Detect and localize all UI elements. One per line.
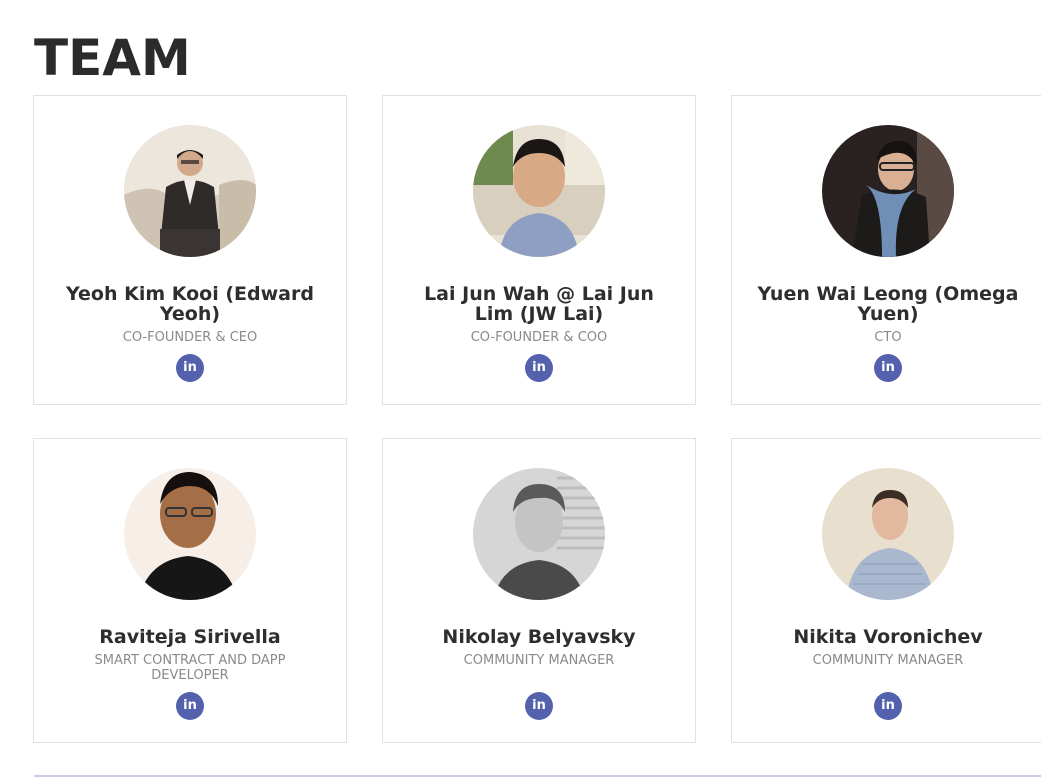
- team-card: Nikolay Belyavsky COMMUNITY MANAGER in: [382, 438, 696, 743]
- member-role: SMART CONTRACT AND DAPP DEVELOPER: [94, 653, 286, 683]
- linkedin-icon[interactable]: in: [525, 354, 553, 382]
- linkedin-icon[interactable]: in: [874, 354, 902, 382]
- team-card: Yeoh Kim Kooi (Edward Yeoh) CO-FOUNDER &…: [33, 95, 347, 405]
- avatar-photo-raviteja: [124, 468, 256, 600]
- team-card: Yuen Wai Leong (Omega Yuen) CTO in: [731, 95, 1041, 405]
- member-name: Nikolay Belyavsky: [442, 626, 636, 648]
- avatar: [473, 468, 605, 600]
- avatar-photo-nikita: [822, 468, 954, 600]
- member-name: Nikita Voronichev: [793, 626, 983, 648]
- section-title: TEAM: [34, 29, 191, 87]
- member-name: Yuen Wai Leong (Omega Yuen): [757, 283, 1019, 325]
- member-name: Yeoh Kim Kooi (Edward Yeoh): [66, 283, 314, 325]
- linkedin-icon[interactable]: in: [525, 692, 553, 720]
- avatar: [822, 125, 954, 257]
- member-role: CTO: [874, 330, 902, 345]
- member-name: Lai Jun Wah @ Lai Jun Lim (JW Lai): [424, 283, 654, 325]
- member-role: COMMUNITY MANAGER: [812, 653, 964, 668]
- avatar-photo-nikolay: [473, 468, 605, 600]
- avatar-photo-jw-lai: [473, 125, 605, 257]
- team-card: Lai Jun Wah @ Lai Jun Lim (JW Lai) CO-FO…: [382, 95, 696, 405]
- team-section: TEAM Yeoh Kim Kooi (Edward Yeoh) CO-FOUN…: [0, 0, 1041, 778]
- avatar-photo-omega: [822, 125, 954, 257]
- member-role: CO-FOUNDER & COO: [470, 330, 608, 345]
- avatar: [124, 468, 256, 600]
- avatar: [124, 125, 256, 257]
- member-name: Raviteja Sirivella: [99, 626, 281, 648]
- section-divider: [34, 775, 1041, 777]
- team-card: Raviteja Sirivella SMART CONTRACT AND DA…: [33, 438, 347, 743]
- avatar: [473, 125, 605, 257]
- avatar-photo-edward: [124, 125, 256, 257]
- member-role: COMMUNITY MANAGER: [463, 653, 615, 668]
- linkedin-icon[interactable]: in: [176, 692, 204, 720]
- avatar: [822, 468, 954, 600]
- team-card: Nikita Voronichev COMMUNITY MANAGER in: [731, 438, 1041, 743]
- linkedin-icon[interactable]: in: [874, 692, 902, 720]
- linkedin-icon[interactable]: in: [176, 354, 204, 382]
- member-role: CO-FOUNDER & CEO: [122, 330, 258, 345]
